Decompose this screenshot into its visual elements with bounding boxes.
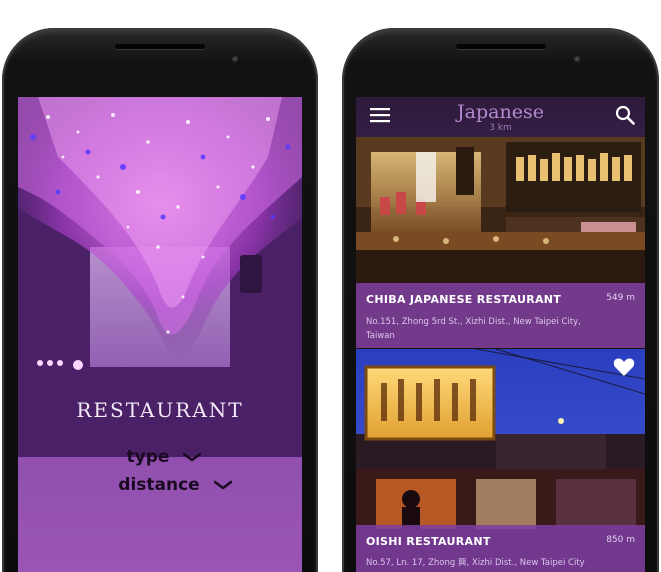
restaurant-info-bar: CHIBA JAPANESE RESTAURANT 549 m No.151, …: [356, 283, 645, 348]
type-filter-dropdown[interactable]: type: [18, 447, 302, 467]
chevron-down-icon: [183, 452, 202, 462]
restaurant-name: CHIBA JAPANESE RESTAURANT: [366, 293, 562, 306]
chevron-down-icon: [213, 480, 232, 490]
app-bar: Japanese 3 km: [356, 97, 645, 137]
front-camera: [574, 56, 582, 64]
type-filter-label: type: [126, 447, 170, 467]
category-title: Japanese: [457, 101, 544, 123]
results-screen: Japanese 3 km CHIBA JAPANESE RESTAURANT …: [356, 97, 645, 572]
heart-icon[interactable]: [613, 357, 635, 377]
restaurant-card[interactable]: CHIBA JAPANESE RESTAURANT 549 m No.151, …: [356, 137, 645, 348]
distance-filter-dropdown[interactable]: distance: [18, 475, 302, 495]
search-icon[interactable]: [615, 105, 635, 125]
restaurant-address: No.57, Ln. 17, Zhong 興, Xizhi Dist., New…: [366, 558, 585, 568]
speaker-grille: [455, 44, 546, 49]
speaker-grille: [115, 44, 205, 49]
restaurant-name: OISHI RESTAURANT: [366, 535, 491, 548]
restaurant-card[interactable]: OISHI RESTAURANT 850 m No.57, Ln. 17, Zh…: [356, 349, 645, 572]
filter-screen: RESTAURANT type distance: [18, 97, 302, 572]
screen-title: RESTAURANT: [76, 398, 244, 422]
radius-subtitle: 3 km: [489, 123, 512, 133]
restaurant-distance: 549 m: [606, 293, 635, 303]
distance-filter-label: distance: [118, 475, 200, 495]
restaurant-address: No.151, Zhong 5rd St., Xizhi Dist., New …: [366, 317, 581, 341]
restaurant-info-bar: OISHI RESTAURANT 850 m No.57, Ln. 17, Zh…: [356, 525, 645, 572]
restaurant-distance: 850 m: [606, 535, 635, 545]
front-camera: [232, 56, 240, 64]
